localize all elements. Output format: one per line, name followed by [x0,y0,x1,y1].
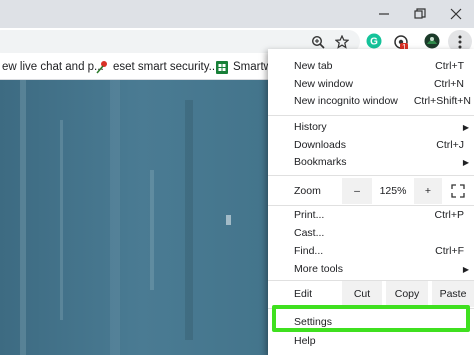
paste-label: Paste [439,288,467,300]
fullscreen-icon [451,184,465,198]
menu-item-new-window[interactable]: New window Ctrl+N [268,75,474,93]
restore-button[interactable] [402,0,438,28]
menu-item-shortcut: Ctrl+T [435,60,464,72]
zoom-label: Zoom [294,185,321,197]
menu-item-history[interactable]: History ▶ [268,118,474,136]
zoom-minus-label: – [354,185,360,197]
submenu-arrow-icon: ▶ [462,122,469,132]
submenu-arrow-icon: ▶ [462,157,469,167]
bookmark-item[interactable]: eset smart security... [95,59,218,75]
menu-item-label: Find... [294,245,324,257]
bookmark-item[interactable]: ew live chat and p... [2,59,104,75]
profile-avatar[interactable] [423,32,441,50]
menu-item-label: Print... [294,209,325,221]
menu-item-label: Cast... [294,227,325,239]
zoom-level: 125% [372,178,414,204]
pin-icon [96,61,107,74]
copy-label: Copy [394,288,420,300]
menu-item-label: Downloads [294,139,346,151]
menu-item-shortcut: Ctrl+J [436,139,464,151]
menu-item-label: New tab [294,60,333,72]
fullscreen-button[interactable] [442,178,474,204]
menu-item-shortcut: Ctrl+Shift+N [413,95,471,107]
menu-item-label: More tools [294,263,344,275]
close-button[interactable] [438,0,474,28]
menu-item-shortcut: Ctrl+N [433,78,464,90]
more-vert-icon [458,35,462,48]
copy-button[interactable]: Copy [386,281,428,307]
minimize-icon [379,13,389,15]
sheets-icon [216,60,228,74]
edit-row: Edit Cut Copy Paste [268,281,474,307]
grammarly-icon[interactable]: G [365,32,383,50]
paste-button[interactable]: Paste [432,281,474,307]
menu-item-shortcut: Ctrl+P [434,209,464,221]
bookmark-label: ew live chat and p... [2,61,104,73]
menu-item-cast[interactable]: Cast... [268,224,474,242]
zoom-out-button[interactable]: – [342,178,372,204]
edit-label: Edit [294,288,313,300]
cut-label: Cut [353,288,371,300]
zoom-in-button[interactable]: + [414,178,442,204]
menu-separator [268,115,474,116]
menu-item-label: History [294,121,327,133]
menu-item-label: New incognito window [294,95,398,107]
zoom-row: Zoom – 125% + [268,178,474,204]
menu-item-new-incognito-window[interactable]: New incognito window Ctrl+Shift+N [268,92,474,110]
title-bar [0,0,474,28]
menu-item-label: Bookmarks [294,156,347,168]
svg-text:G: G [370,37,378,48]
menu-separator [268,175,474,176]
menu-item-bookmarks[interactable]: Bookmarks ▶ [268,153,474,171]
close-icon [450,8,462,20]
minimize-button[interactable] [366,0,402,28]
bookmark-label: eset smart security... [113,61,219,73]
menu-item-label: Help [294,335,316,347]
menu-item-downloads[interactable]: Downloads Ctrl+J [268,136,474,154]
menu-item-more-tools[interactable]: More tools ▶ [268,260,474,278]
restore-icon [414,8,426,19]
menu-item-new-tab[interactable]: New tab Ctrl+T [268,57,474,75]
menu-item-help[interactable]: Help [268,332,474,350]
menu-item-shortcut: Ctrl+F [435,245,464,257]
menu-item-find[interactable]: Find... Ctrl+F [268,242,474,260]
zoom-plus-label: + [424,185,432,197]
menu-item-print[interactable]: Print... Ctrl+P [268,206,474,224]
submenu-arrow-icon: ▶ [462,264,469,274]
cut-button[interactable]: Cut [342,281,382,307]
menu-item-label: New window [294,78,353,90]
settings-highlight-box [272,305,470,332]
